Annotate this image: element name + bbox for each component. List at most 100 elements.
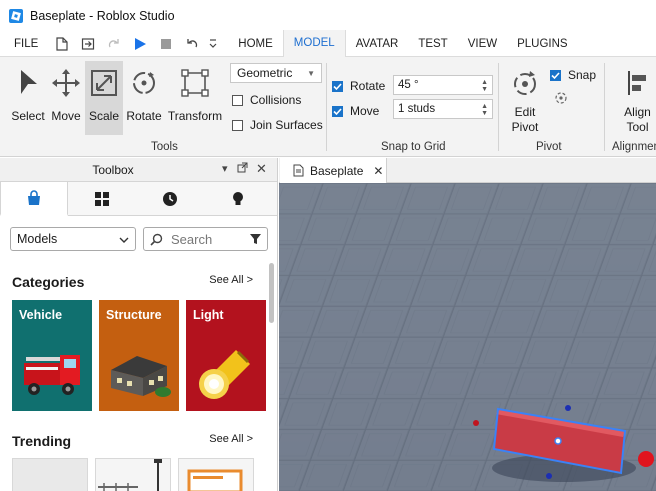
tab-view[interactable]: VIEW: [458, 31, 507, 57]
transform-tool-button[interactable]: Transform: [166, 61, 224, 135]
checkbox-checked-icon: [332, 105, 343, 117]
select-tool-button[interactable]: Select: [8, 61, 48, 135]
pivot-group-label: Pivot: [536, 141, 562, 153]
script-file-icon: [293, 164, 304, 177]
transform-icon: [177, 65, 213, 101]
align-tool-label-line2: Tool: [626, 120, 649, 134]
toolbox-search-input[interactable]: Search: [143, 227, 268, 251]
undock-icon[interactable]: [237, 162, 248, 176]
tab-baseplate-label: Baseplate: [310, 163, 364, 178]
chevron-down-icon[interactable]: ▾: [222, 162, 228, 175]
categories-title: Categories: [12, 274, 85, 290]
collisions-checkbox[interactable]: Collisions: [232, 93, 301, 107]
filter-icon[interactable]: [249, 232, 262, 248]
move-increment-value: 1 studs: [398, 103, 436, 115]
flashlight-icon: [199, 350, 250, 399]
categories-see-all-link[interactable]: See All >: [209, 274, 253, 286]
move-arrows-icon: [48, 65, 84, 101]
street-lamp-icon: [98, 459, 162, 491]
sign-icon: [187, 469, 243, 491]
tab-creations[interactable]: [204, 182, 272, 215]
tab-recent[interactable]: [136, 182, 204, 215]
search-placeholder: Search: [171, 231, 213, 247]
snap-to-grid-group-label: Snap to Grid: [381, 141, 446, 153]
move-increment-input[interactable]: 1 studs ▲ ▼: [393, 99, 493, 119]
trending-item-card[interactable]: [178, 458, 254, 491]
tab-model[interactable]: MODEL: [282, 30, 346, 57]
move-label: Move: [51, 109, 81, 123]
rotate-snap-checkbox[interactable]: Rotate: [332, 79, 385, 93]
publish-icon[interactable]: [78, 34, 98, 54]
baseplate-scene[interactable]: [279, 183, 656, 491]
transform-label: Transform: [167, 109, 223, 123]
new-file-icon[interactable]: [52, 34, 72, 54]
play-icon[interactable]: [130, 34, 150, 54]
move-handle-red[interactable]: [473, 420, 479, 426]
toolbox-filter-row: Models Search: [10, 227, 268, 251]
asset-type-dropdown[interactable]: Models: [10, 227, 136, 251]
category-card-vehicle[interactable]: Vehicle: [12, 300, 92, 411]
customize-toolbar-icon[interactable]: [208, 34, 218, 54]
close-icon[interactable]: ✕: [256, 161, 267, 177]
rotate-tool-button[interactable]: Rotate: [124, 61, 164, 135]
rotate-icon: [126, 65, 162, 101]
surface-mode-value: Geometric: [237, 66, 293, 80]
move-handle-red[interactable]: [638, 451, 654, 467]
category-label: Structure: [106, 308, 162, 322]
move-snap-checkbox[interactable]: Move: [332, 104, 379, 118]
undo-icon[interactable]: [182, 34, 202, 54]
tab-test[interactable]: TEST: [408, 31, 457, 57]
tab-avatar[interactable]: AVATAR: [346, 31, 409, 57]
chevron-down-icon: [119, 232, 129, 246]
move-handle-blue[interactable]: [565, 405, 571, 411]
stop-icon[interactable]: [156, 34, 176, 54]
checkbox-checked-icon: [332, 80, 343, 92]
trending-title: Trending: [12, 433, 72, 449]
shopping-bag-icon: [28, 190, 40, 205]
tab-plugins[interactable]: PLUGINS: [507, 31, 578, 57]
move-handle-blue[interactable]: [546, 473, 552, 479]
edit-pivot-label: Edit Pivot: [512, 105, 539, 135]
category-card-structure[interactable]: Structure: [99, 300, 179, 411]
roblox-studio-logo-icon: [9, 8, 23, 23]
chevron-down-icon: ▼: [307, 68, 315, 78]
ribbon-divider: [326, 63, 327, 151]
trending-item-card[interactable]: [12, 458, 88, 491]
fire-truck-icon: [24, 355, 80, 395]
redo-icon[interactable]: [104, 34, 124, 54]
search-icon: [150, 233, 163, 246]
clock-icon: [163, 191, 177, 206]
surface-mode-dropdown[interactable]: Geometric ▼: [230, 63, 322, 83]
file-menu[interactable]: FILE: [0, 31, 52, 57]
reset-pivot-icon[interactable]: [554, 91, 568, 108]
house-icon: [111, 356, 171, 397]
tab-marketplace[interactable]: [0, 182, 68, 216]
align-tool-button[interactable]: Align Tool: [619, 61, 656, 135]
join-surfaces-checkbox[interactable]: Join Surfaces: [232, 118, 323, 132]
3d-viewport[interactable]: [279, 183, 656, 491]
spinner-arrows-icon[interactable]: ▲ ▼: [481, 103, 488, 117]
scale-tool-button[interactable]: Scale: [85, 61, 123, 135]
tab-inventory[interactable]: [68, 182, 136, 215]
rotate-increment-input[interactable]: 45 ° ▲ ▼: [393, 75, 493, 95]
checkbox-box: [232, 119, 243, 131]
pivot-snap-label: Snap: [568, 68, 597, 82]
rotate-snap-label: Rotate: [350, 79, 386, 93]
checkbox-checked-icon: [550, 69, 561, 81]
ribbon: Select Move Scale Rotate Transform Geome…: [0, 57, 656, 157]
spinner-arrows-icon[interactable]: ▲ ▼: [481, 79, 488, 93]
grid-icon: [95, 191, 109, 206]
toolbox-scrollbar[interactable]: [269, 263, 274, 323]
align-icon: [620, 65, 656, 101]
edit-pivot-button[interactable]: Edit Pivot: [503, 61, 547, 135]
close-tab-icon[interactable]: ✕: [373, 164, 383, 178]
trending-see-all-link[interactable]: See All >: [209, 433, 253, 445]
tab-home[interactable]: HOME: [228, 31, 283, 57]
pivot-snap-checkbox[interactable]: Snap: [550, 68, 596, 82]
move-tool-button[interactable]: Move: [48, 61, 84, 135]
category-card-light[interactable]: Light: [186, 300, 266, 411]
trending-item-card[interactable]: [95, 458, 171, 491]
document-tab-bar: Baseplate ✕: [279, 158, 656, 183]
checkbox-box: [232, 94, 243, 106]
tab-baseplate[interactable]: Baseplate ✕: [280, 158, 387, 183]
